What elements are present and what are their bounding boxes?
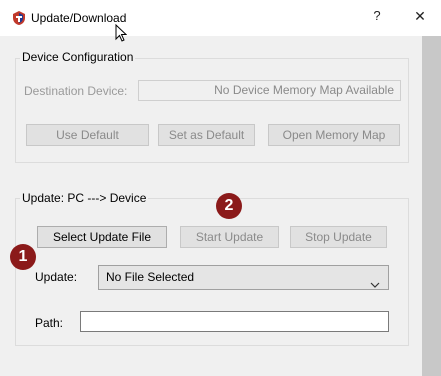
path-input[interactable]	[80, 311, 389, 332]
mouse-cursor-icon	[115, 23, 128, 44]
close-button[interactable]: ✕	[411, 8, 429, 26]
title-bar: Update/Download ? ✕	[0, 0, 441, 36]
update-file-select[interactable]: No File Selected	[98, 265, 389, 290]
chevron-down-icon	[370, 274, 380, 288]
device-configuration-group	[15, 58, 409, 163]
vertical-scrollbar[interactable]	[422, 36, 441, 376]
use-default-button[interactable]: Use Default	[26, 124, 149, 146]
select-update-file-button[interactable]: Select Update File	[37, 226, 167, 248]
step-badge-1: 1	[10, 244, 36, 270]
stop-update-button[interactable]: Stop Update	[290, 226, 387, 248]
help-button[interactable]: ?	[370, 8, 384, 26]
device-configuration-label: Device Configuration	[20, 50, 136, 64]
update-pc-device-label: Update: PC ---> Device	[20, 191, 149, 205]
set-as-default-button[interactable]: Set as Default	[158, 124, 255, 146]
step-badge-2: 2	[216, 193, 242, 219]
app-logo-icon	[11, 10, 27, 26]
start-update-button[interactable]: Start Update	[180, 226, 279, 248]
destination-device-label: Destination Device:	[24, 84, 128, 98]
update-label: Update:	[35, 270, 78, 284]
destination-device-field: No Device Memory Map Available	[138, 80, 401, 101]
path-label: Path:	[35, 316, 64, 330]
update-file-selected-value: No File Selected	[106, 270, 195, 284]
open-memory-map-button[interactable]: Open Memory Map	[268, 124, 400, 146]
window-title: Update/Download	[31, 11, 127, 25]
